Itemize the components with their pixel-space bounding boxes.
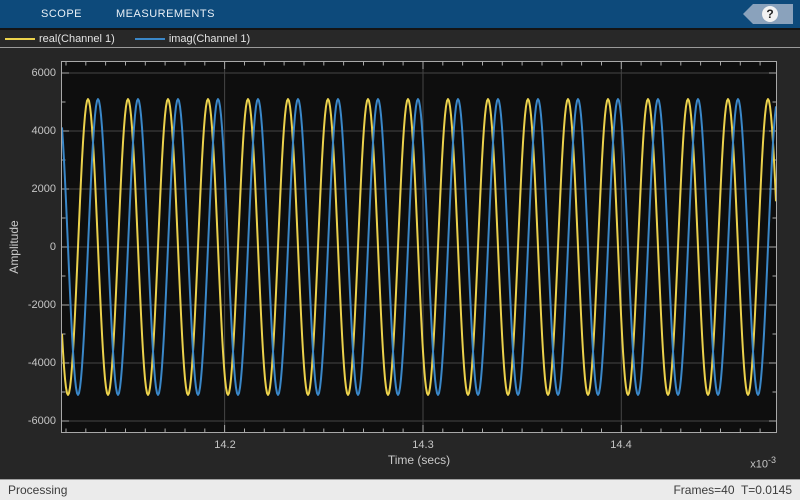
time-scope-window: SCOPE MEASUREMENTS ? real(Channel 1) ima… (0, 0, 800, 500)
y-tick-label: 4000 (0, 124, 56, 138)
legend-label-real: real(Channel 1) (39, 33, 115, 45)
tab-scope[interactable]: SCOPE (24, 0, 99, 28)
x-tick-label: 14.3 (393, 438, 453, 452)
x-axis-label: Time (secs) (319, 453, 519, 467)
help-button[interactable]: ? (743, 4, 793, 24)
legend-label-imag: imag(Channel 1) (169, 33, 250, 45)
status-bar: Processing Frames=40 T=0.0145 (0, 479, 800, 500)
figure-area: Amplitude Time (secs) x10-3 -6000-4000-2… (0, 48, 800, 479)
waveform-canvas (62, 62, 776, 432)
y-tick-label: 0 (0, 240, 56, 254)
status-message: Processing (8, 483, 67, 497)
real-line-swatch (5, 38, 35, 40)
legend-entry-real[interactable]: real(Channel 1) (5, 33, 115, 45)
x-tick-label: 14.4 (591, 438, 651, 452)
frames-time-readout: Frames=40 T=0.0145 (673, 483, 792, 497)
y-tick-label: 6000 (0, 66, 56, 80)
plot-area[interactable] (61, 61, 777, 433)
legend-bar: real(Channel 1) imag(Channel 1) (0, 28, 800, 48)
y-tick-label: -4000 (0, 356, 56, 370)
tab-measurements[interactable]: MEASUREMENTS (99, 0, 232, 28)
y-tick-label: 2000 (0, 182, 56, 196)
x-tick-label: 14.2 (195, 438, 255, 452)
y-tick-label: -2000 (0, 298, 56, 312)
y-tick-label: -6000 (0, 414, 56, 428)
legend-entry-imag[interactable]: imag(Channel 1) (135, 33, 250, 45)
imag-line-swatch (135, 38, 165, 40)
x-axis-multiplier: x10-3 (750, 455, 776, 471)
toolstrip: SCOPE MEASUREMENTS ? (0, 0, 800, 28)
help-icon: ? (762, 6, 778, 22)
